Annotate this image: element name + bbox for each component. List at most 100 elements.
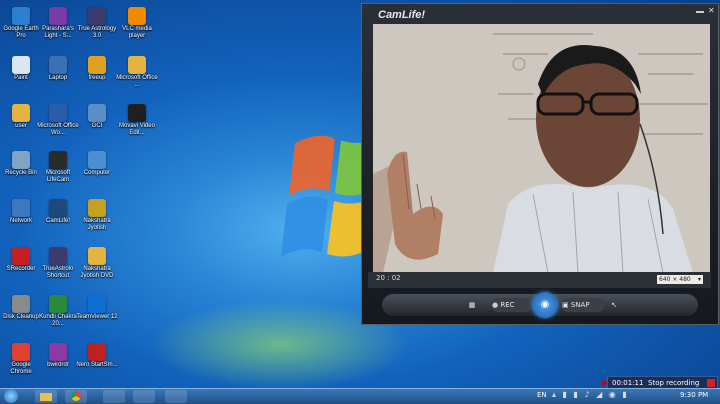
desktop-icon-label: SRecorder xyxy=(6,266,36,272)
taskbar-app-5[interactable] xyxy=(165,390,187,403)
kundli-icon xyxy=(49,295,67,313)
expand-icon[interactable]: ↖ xyxy=(608,298,620,312)
desktop-icon[interactable]: Disk Cleanup xyxy=(0,294,42,321)
recycle-bin-icon xyxy=(12,151,30,169)
disk-cleanup-icon xyxy=(12,295,30,313)
desktop-icon[interactable]: Parashara's Light - S... xyxy=(37,6,79,40)
desktop-icon[interactable]: Movavi Video Edit... xyxy=(116,103,158,137)
minimize-button[interactable] xyxy=(696,11,704,13)
desktop-icon-label: Disk Cleanup xyxy=(3,314,39,320)
user-folder-icon xyxy=(12,104,30,122)
desktop-icon-label: Laptop xyxy=(48,75,68,81)
desktop-icon[interactable]: Paint xyxy=(0,55,42,82)
rec-label: REC xyxy=(500,301,515,309)
desktop-icon-label: Microsoft Office Wo... xyxy=(37,123,79,136)
nakshatra-dvd-icon xyxy=(88,247,106,265)
desktop-icon[interactable]: user xyxy=(0,103,42,130)
desktop-icon-label: GCI xyxy=(91,123,103,129)
desktop-icon-label: Computer xyxy=(83,170,111,176)
desktop-icon-label: True Astrology 3.0 xyxy=(77,26,117,39)
chrome-icon xyxy=(12,343,30,361)
desktop-icon[interactable]: VLC media player xyxy=(116,6,158,40)
webcam-preview xyxy=(373,24,710,273)
vlc-icon xyxy=(128,7,146,25)
office-folder-icon xyxy=(128,56,146,74)
desktop-icon[interactable]: Nero StartSm... xyxy=(76,342,118,369)
recording-elapsed: 00:01:11 xyxy=(612,379,644,387)
camlife-title: CamLife! xyxy=(378,9,426,21)
status-bar: 20 : 02 640 × 480 ▾ xyxy=(368,272,711,288)
desktop-icon[interactable]: freeup xyxy=(76,55,118,82)
chrome-icon xyxy=(71,391,81,401)
taskbar-chrome[interactable] xyxy=(65,390,87,403)
desktop-icon-label: TrueAstrolo Shortcut xyxy=(42,266,74,279)
chevron-down-icon: ▾ xyxy=(697,276,701,283)
desktop-icon[interactable]: Google Earth Pro xyxy=(0,6,42,40)
desktop-icon-label: freeup xyxy=(88,75,106,81)
srecorder-icon xyxy=(12,247,30,265)
desktop-icon[interactable]: Google Chrome xyxy=(0,342,42,376)
record-icon: ● xyxy=(492,301,499,309)
taskbar-explorer[interactable] xyxy=(35,390,57,403)
desktop-icon[interactable]: Kundli Chakra 20... xyxy=(37,294,79,328)
snapshot-icon: ▣ xyxy=(562,301,569,309)
desktop-icon[interactable]: Laptop xyxy=(37,55,79,82)
rec-button[interactable]: ● REC xyxy=(492,298,532,312)
desktop-icon[interactable]: Nakshatra Jyotish DVD xyxy=(76,246,118,280)
tray-icons[interactable]: ▴ ▮ ▮ ♪ ◢ ◉ ▮ xyxy=(552,390,629,399)
desktop-icon[interactable]: Network xyxy=(0,198,42,225)
camlife-window[interactable]: CamLife! ✕ 20 : 02 640 × 480 ▾ ▦ ● REC ◉… xyxy=(361,3,719,325)
snap-button[interactable]: ▣ SNAP xyxy=(562,298,604,312)
desktop-icon-label: Nero StartSm... xyxy=(76,362,118,368)
grid-icon[interactable]: ▦ xyxy=(466,298,478,312)
desktop-icon[interactable]: Microsoft Office Wo... xyxy=(37,103,79,137)
resolution-select[interactable]: 640 × 480 ▾ xyxy=(657,275,703,284)
taskbar: EN ▴ ▮ ▮ ♪ ◢ ◉ ▮ 9:30 PM xyxy=(0,388,720,404)
taskbar-app-4[interactable] xyxy=(133,390,155,403)
teamviewer-icon xyxy=(88,295,106,313)
desktop-icon-label: Parashara's Light - S... xyxy=(42,26,74,39)
start-button[interactable] xyxy=(4,389,18,403)
lifecam-icon xyxy=(49,151,67,169)
desktop-icon-label: Paint xyxy=(14,75,28,81)
desktop-icon[interactable]: Microsoft Office ... xyxy=(116,55,158,89)
taskbar-app-3[interactable] xyxy=(103,390,125,403)
desktop-icon[interactable]: Nakshatra Jyotish xyxy=(76,198,118,232)
desktop-icon-label: VLC media player xyxy=(122,26,152,39)
desktop-icon[interactable]: Microsoft LifeCam xyxy=(37,150,79,184)
stop-icon[interactable] xyxy=(707,379,715,387)
stop-recording-button[interactable]: Stop recording xyxy=(648,379,699,387)
close-button[interactable]: ✕ xyxy=(708,6,715,15)
folder-icon xyxy=(40,393,52,401)
desktop-icon[interactable]: bwirdrdr xyxy=(37,342,79,369)
movavi-icon xyxy=(128,104,146,122)
cursor-icon: ▶ xyxy=(602,378,609,387)
camera-button[interactable]: ◉ xyxy=(532,292,558,318)
desktop-icon[interactable]: True Astrology 3.0 xyxy=(76,6,118,40)
trueastro-shortcut-icon xyxy=(49,247,67,265)
desktop-icon[interactable]: SRecorder xyxy=(0,246,42,273)
desktop-icon-label: Google Earth Pro xyxy=(3,26,39,39)
desktop-icon-label: CamLife! xyxy=(45,218,70,224)
desktop-icon[interactable]: TrueAstrolo Shortcut xyxy=(37,246,79,280)
desktop-icon-label: bwirdrdr xyxy=(47,362,69,368)
language-indicator[interactable]: EN xyxy=(537,391,547,399)
nakshatra-icon xyxy=(88,199,106,217)
desktop-icon-label: Network xyxy=(9,218,32,224)
network-icon xyxy=(12,199,30,217)
desktop-icon-label: Nakshatra Jyotish xyxy=(83,218,111,231)
laptop-icon xyxy=(49,56,67,74)
desktop-icon-label: Google Chrome xyxy=(10,362,32,375)
desktop-icon[interactable]: CamLife! xyxy=(37,198,79,225)
camera-icon: ◉ xyxy=(540,299,550,310)
desktop-icon[interactable]: Recycle Bin xyxy=(0,150,42,177)
desktop-icon[interactable]: GCI xyxy=(76,103,118,130)
desktop-icon[interactable]: TeamViewer 12 xyxy=(76,294,118,321)
desktop-icon-label: user xyxy=(15,123,27,129)
word-icon xyxy=(49,104,67,122)
nero-icon xyxy=(88,343,106,361)
desktop-icon-label: Microsoft LifeCam xyxy=(45,170,71,183)
control-bar: ▦ ● REC ◉ ▣ SNAP ↖ xyxy=(382,292,698,318)
clock[interactable]: 9:30 PM xyxy=(680,391,708,399)
desktop-icon[interactable]: Computer xyxy=(76,150,118,177)
